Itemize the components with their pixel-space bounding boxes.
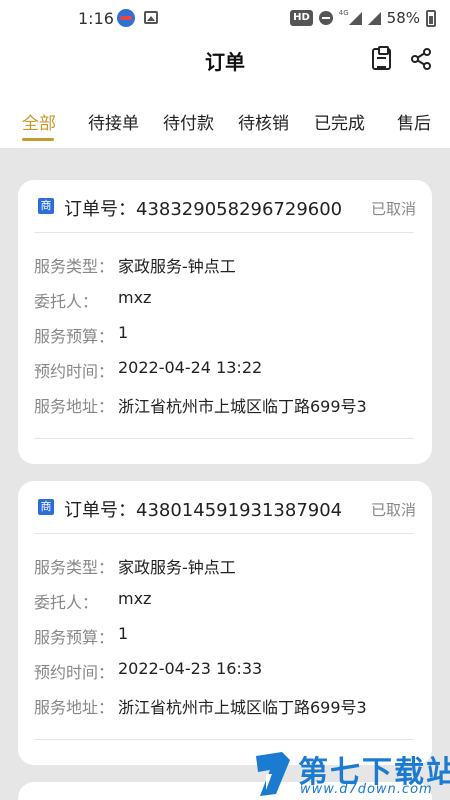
order-card-header: 商 订单号：438329058296729600 已取消 (18, 180, 432, 236)
tab-all[interactable]: 全部 (22, 109, 56, 134)
order-status: 已取消 (370, 501, 416, 519)
order-number: 订单号：438329058296729600 (64, 199, 343, 220)
clipboard-icon[interactable] (372, 46, 391, 70)
battery-percent: 58% (386, 9, 420, 27)
card-divider (34, 232, 414, 233)
tab-pending-payment[interactable]: 待付款 (163, 109, 214, 134)
shop-icon: 商 (38, 198, 54, 214)
app-header: 订单 (0, 36, 450, 82)
tab-pending-verify[interactable]: 待核销 (238, 109, 289, 134)
order-number: 订单号：438014591931387904 (64, 500, 343, 521)
signal-icon-2 (367, 11, 381, 25)
signal-icon (348, 11, 362, 25)
app-notification-icon (117, 9, 135, 27)
status-bar: 1:16 HD 4G 58% (0, 0, 450, 36)
watermark-url: www.d7down.com (300, 782, 433, 797)
order-card[interactable]: 商 订单号：438014591931387904 已取消 服务类型： 家政服务-钟… (18, 481, 432, 765)
order-card-header: 商 订单号：438014591931387904 已取消 (18, 481, 432, 537)
network-label: 4G (338, 9, 349, 17)
active-tab-indicator (22, 138, 54, 141)
card-divider (34, 533, 414, 534)
do-not-disturb-icon (318, 11, 333, 25)
hd-badge: HD (290, 10, 313, 26)
status-time: 1:16 (78, 9, 114, 28)
order-status: 已取消 (370, 200, 416, 218)
tab-completed[interactable]: 已完成 (314, 109, 365, 134)
order-tabs: 全部 待接单 待付款 待核销 已完成 售后 (0, 82, 450, 148)
image-notification-icon (144, 11, 158, 24)
watermark: 第七下载站 www.d7down.com (252, 745, 450, 800)
shop-icon: 商 (38, 499, 54, 515)
share-icon[interactable] (410, 48, 432, 70)
battery-icon (426, 9, 436, 27)
card-divider (34, 438, 414, 439)
tab-pending-accept[interactable]: 待接单 (88, 109, 139, 134)
tab-after-sales[interactable]: 售后 (397, 109, 431, 134)
order-card[interactable]: 商 订单号：438329058296729600 已取消 服务类型： 家政服务-钟… (18, 180, 432, 464)
watermark-logo-icon (256, 752, 290, 796)
card-divider (34, 739, 414, 740)
status-indicators: HD 4G 58% (290, 8, 436, 28)
